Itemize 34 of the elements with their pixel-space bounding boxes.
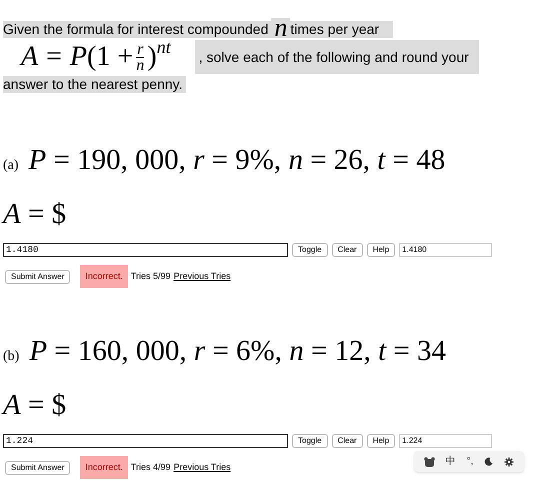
bear-icon[interactable] [424,456,435,466]
answer-field[interactable]: 1.224 [3,434,288,448]
answer-field[interactable]: 1.4180 [3,243,288,257]
instruction-text: times per year [290,21,394,38]
previous-tries-link[interactable]: Previous Tries [174,460,231,474]
part-label: (b) [3,348,20,366]
tool-button[interactable]: Clear [332,243,363,257]
preview-field: 1.4180 [399,243,492,257]
toolbar-text[interactable]: °, [466,456,474,468]
tool-button[interactable]: Toggle [292,434,328,448]
part-label: (a) [3,157,19,175]
tool-button[interactable]: Toggle [292,243,328,257]
given-values: P = 190, 000, r = 9%, n = 26, t = 48 [28,143,446,177]
tool-button[interactable]: Help [366,243,396,257]
given-values: P = 160, 000, r = 6%, n = 12, t = 34 [29,334,446,368]
tries-count: Tries 5/99 [130,270,171,283]
preview-field: 1.224 [399,434,492,448]
instruction-text: Given the formula for interest compounded [3,21,272,38]
instruction-text: , solve each of the following and round your [194,40,479,74]
previous-tries-link[interactable]: Previous Tries [174,270,231,284]
submit-button[interactable]: Submit Answer [5,270,70,284]
settings-icon[interactable] [504,456,514,466]
math-variable: n [271,18,290,38]
tries-count: Tries 4/99 [130,460,171,474]
answer-label: A = $ [3,388,68,422]
result-badge: Incorrect. [80,265,128,288]
answer-label: A = $ [3,197,68,231]
toolbar-text[interactable]: 中 [446,456,456,468]
submit-button[interactable]: Submit Answer [5,460,70,474]
tool-button[interactable]: Clear [332,434,363,448]
tool-button[interactable]: Help [366,434,396,448]
result-badge: Incorrect. [80,456,128,479]
instruction-text: answer to the nearest penny. [3,76,186,93]
moon-icon[interactable] [484,457,494,466]
